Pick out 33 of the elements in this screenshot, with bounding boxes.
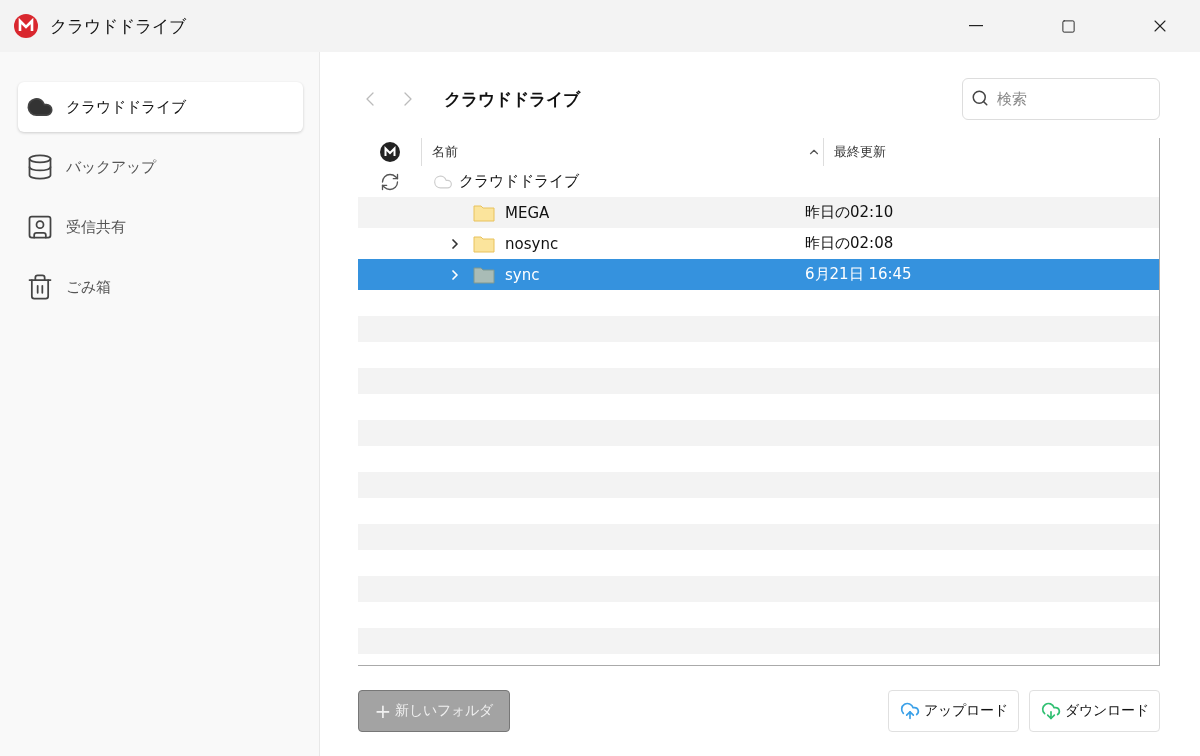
modified-date: 6月21日 16:45 — [805, 265, 912, 284]
refresh-icon[interactable] — [379, 171, 400, 192]
app-logo-icon — [14, 14, 38, 38]
minimize-icon — [969, 25, 983, 27]
file-name: nosync — [505, 234, 560, 253]
column-header[interactable]: 最終更新 — [834, 143, 886, 161]
upload-button[interactable]: アップロード — [888, 690, 1019, 732]
folder-icon — [473, 265, 495, 284]
sidebar-item[interactable]: ごみ箱 — [18, 262, 303, 312]
logo-icon — [379, 142, 400, 162]
shared-folder-icon — [26, 213, 54, 241]
sidebar-item[interactable]: クラウドドライブ — [18, 82, 303, 132]
file-name: MEGA — [505, 203, 551, 222]
upload-icon — [899, 701, 920, 721]
file-name: sync — [505, 265, 541, 284]
trash-icon — [26, 273, 54, 301]
file-row[interactable]: MEGA 昨日の02:10 — [358, 197, 1159, 228]
maximize-icon — [1060, 18, 1076, 34]
download-icon — [1040, 701, 1061, 721]
window-title: クラウドドライブ — [50, 14, 187, 38]
sidebar-item[interactable]: 受信共有 — [18, 202, 303, 252]
modified-date: 昨日の02:10 — [805, 203, 894, 222]
modified-date: 昨日の02:08 — [805, 234, 894, 253]
breadcrumb-title: クラウドドライブ — [444, 87, 582, 111]
folder-icon — [473, 234, 495, 253]
column-header[interactable]: 名前 — [432, 143, 807, 161]
database-icon — [26, 153, 54, 181]
search-field[interactable]: 検索 — [962, 78, 1160, 120]
download-button[interactable]: ダウンロード — [1029, 690, 1160, 732]
sidebar-item[interactable]: バックアップ — [18, 142, 303, 192]
search-icon — [971, 89, 989, 107]
tree-item[interactable]: クラウドドライブ — [459, 172, 579, 191]
folder-icon — [473, 203, 495, 222]
